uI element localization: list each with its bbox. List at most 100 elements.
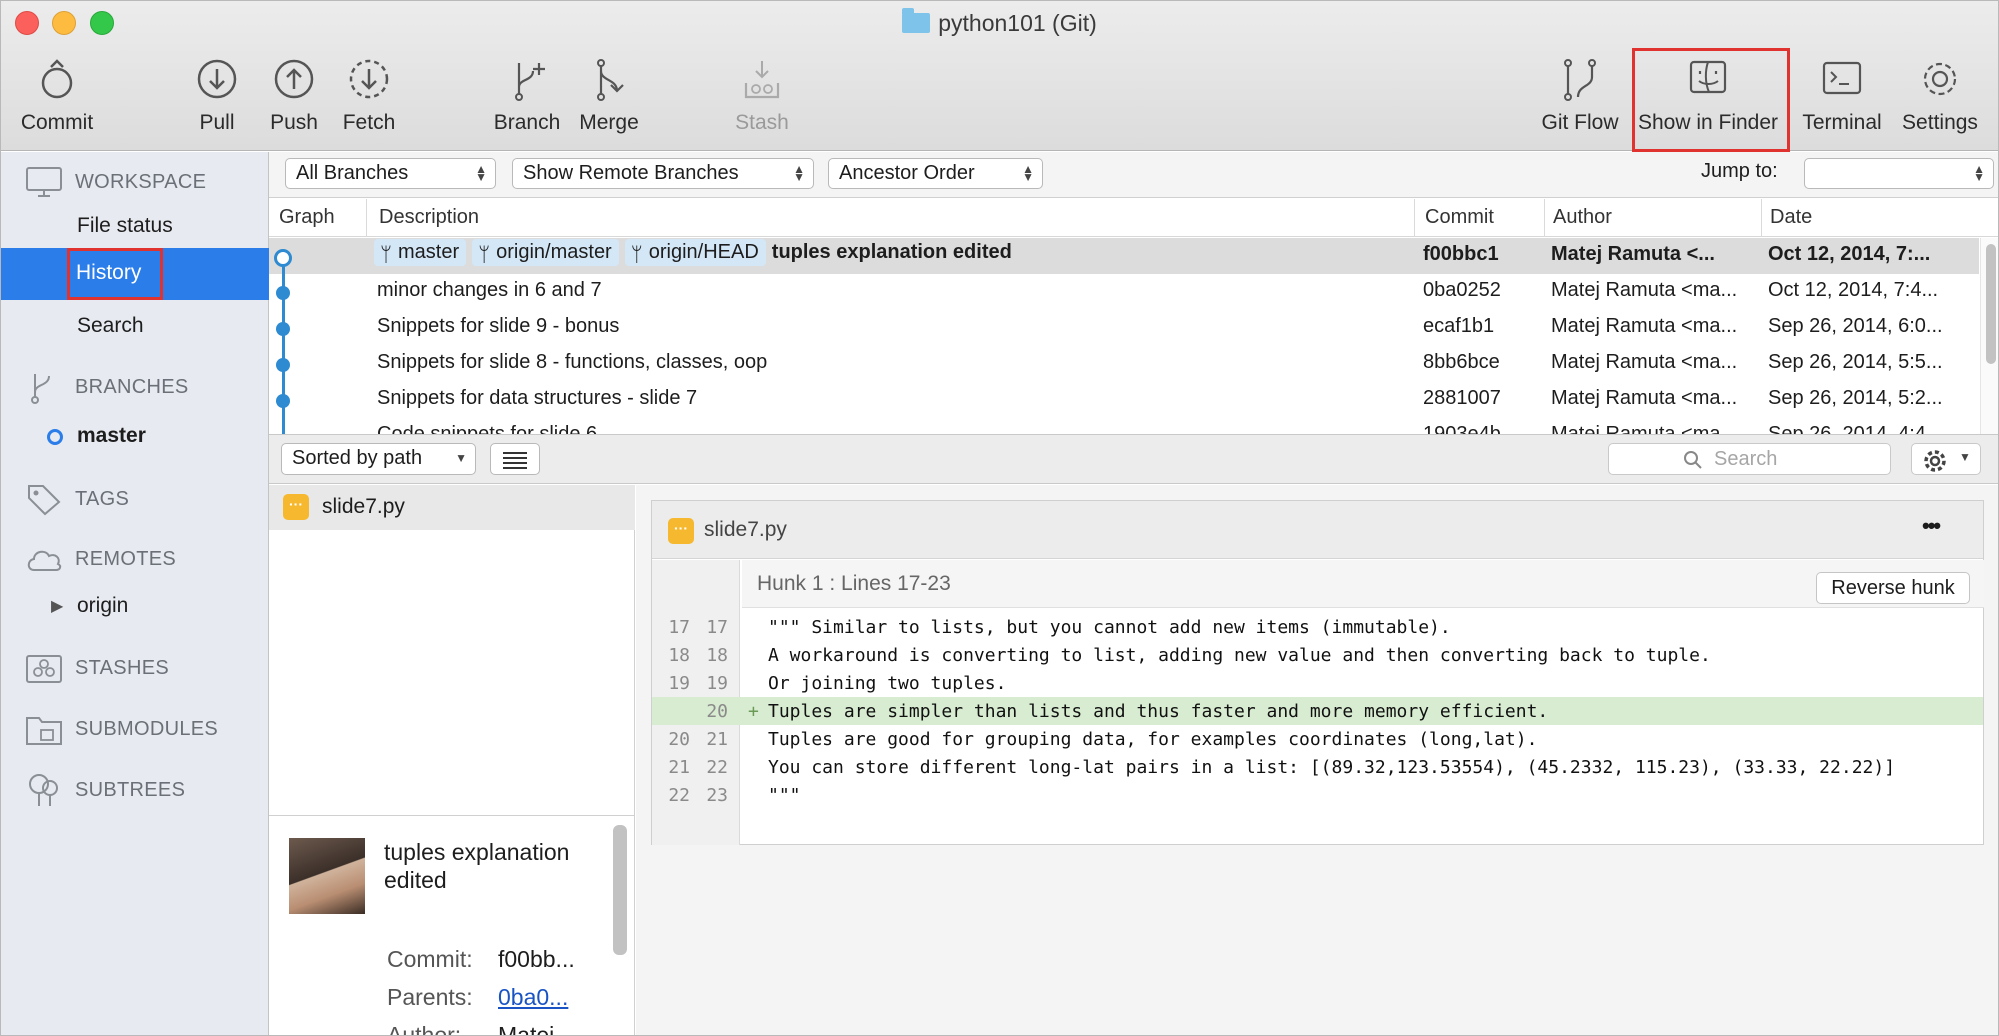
commit-description: Code snippets for slide 6 [377, 423, 598, 434]
gear-icon [1924, 450, 1946, 472]
commit-list-scrollbar[interactable] [1980, 238, 1998, 434]
commit-hash: 2881007 [1423, 387, 1501, 409]
commit-description: Snippets for slide 8 - functions, classe… [377, 351, 768, 373]
diff-line-added: 20 + Tuples are simpler than lists and thu… [652, 697, 1983, 725]
sidebar-section-subtrees[interactable]: SUBTREES [25, 772, 185, 808]
sidebar-item-search[interactable]: Search [77, 314, 144, 338]
diff-line: 20 21 Tuples are good for grouping data, f… [668, 729, 1538, 750]
commit-row[interactable]: ᛘ master ᛘ origin/master ᛘ origin/HEAD tuples … [269, 238, 1979, 274]
branches-filter-select[interactable]: All Branches ▲ ▼ [285, 158, 496, 189]
current-branch-icon [47, 429, 63, 445]
sidebar-section-tags[interactable]: TAGS [25, 482, 129, 516]
commit-description: minor changes in 6 and 7 [377, 279, 602, 301]
stash-icon [744, 61, 780, 99]
commit-title: tuples explanation edited [384, 839, 570, 893]
chevron-updown-icon: ▲ ▼ [793, 162, 805, 184]
settings-button[interactable]: Settings [1896, 57, 1984, 147]
commit-button[interactable]: Commit [17, 57, 97, 147]
window-title: python101 (Git) [1, 8, 1998, 37]
order-select[interactable]: Ancestor Order ▲ ▼ [828, 158, 1043, 189]
commit-row[interactable]: Code snippets for slide 6 1903e4b Matej … [269, 418, 1979, 434]
gear-icon [1923, 62, 1957, 96]
toolbar: python101 (Git) Commit Pull Push Fetch B… [1, 1, 1998, 152]
sidebar-section-submodules[interactable]: SUBMODULES [25, 712, 218, 746]
column-date[interactable]: Date [1770, 206, 1812, 229]
disclosure-triangle-icon[interactable]: ▶ [51, 596, 63, 616]
app-window: python101 (Git) Commit Pull Push Fetch B… [0, 0, 1999, 1036]
terminal-button[interactable]: Terminal [1798, 57, 1886, 147]
branch-tag: ᛘ origin/HEAD [624, 239, 766, 266]
sidebar-item-master[interactable]: master [47, 424, 146, 448]
commit-value: f00bb... [498, 946, 575, 972]
diff-options-button[interactable]: ▼ [1911, 443, 1981, 475]
fetch-button[interactable]: Fetch [337, 57, 401, 147]
terminal-icon [1822, 61, 1862, 95]
sidebar-section-workspace: WORKSPACE [25, 166, 206, 198]
file-name: slide7.py [322, 495, 405, 518]
git-flow-button[interactable]: Git Flow [1536, 57, 1624, 147]
fetch-icon [349, 59, 389, 99]
column-divider[interactable] [1414, 199, 1415, 237]
sidebar-section-branches[interactable]: BRANCHES [25, 370, 189, 404]
commit-author: Matej Ramuta <ma... [1551, 315, 1738, 337]
commit-date: Sep 26, 2014, 6:0... [1768, 315, 1943, 337]
sidebar-section-remotes[interactable]: REMOTES [25, 544, 176, 574]
author-label: Author: [387, 1022, 462, 1036]
remote-branches-select[interactable]: Show Remote Branches ▲ ▼ [512, 158, 814, 189]
stash-button[interactable]: Stash [729, 57, 795, 147]
column-divider[interactable] [1761, 199, 1762, 237]
branch-tag: ᛘ origin/master [472, 239, 619, 266]
push-button[interactable]: Push [263, 57, 325, 147]
chevron-down-icon: ▼ [1959, 450, 1971, 464]
diff-line: 19 19 Or joining two tuples. [668, 673, 1007, 694]
commit-date: Sep 26, 2014, 4:4... [1768, 423, 1943, 434]
column-author[interactable]: Author [1553, 206, 1612, 229]
commit-row[interactable]: Snippets for slide 8 - functions, classe… [269, 346, 1979, 382]
commit-row[interactable]: Snippets for slide 9 - bonus ecaf1b1 Mat… [269, 310, 1979, 346]
column-divider[interactable] [1544, 199, 1545, 237]
detail-scrollbar[interactable] [613, 825, 627, 955]
scrollbar-thumb[interactable] [1986, 244, 1996, 364]
chevron-updown-icon: ▲ ▼ [1973, 162, 1985, 184]
branch-icon: ᛘ [478, 244, 491, 266]
commit-hash: 8bb6bce [1423, 351, 1500, 373]
commit-description: Snippets for slide 9 - bonus [377, 315, 620, 337]
pull-button[interactable]: Pull [186, 57, 248, 147]
reverse-hunk-button[interactable]: Reverse hunk [1816, 572, 1970, 604]
modified-file-icon: ··· [283, 494, 309, 520]
branch-icon: ᛘ [630, 244, 643, 266]
list-view-button[interactable] [490, 443, 540, 475]
commit-author: Matej Ramuta <ma... [1551, 387, 1738, 409]
commit-date: Oct 12, 2014, 7:... [1768, 243, 1931, 265]
diff-card: ··· slide7.py ••• Hunk 1 : Lines 17-23 1… [651, 500, 1984, 845]
branch-tag: ᛘ master [374, 239, 467, 266]
ref-labels: ᛘ master ᛘ origin/master ᛘ origin/HEAD tuples … [374, 239, 1012, 266]
filter-bar: All Branches ▲ ▼ Show Remote Branches ▲ ▼ An… [269, 152, 1998, 198]
sidebar-item-file-status[interactable]: File status [77, 214, 173, 238]
commit-list: ᛘ master ᛘ origin/master ᛘ origin/HEAD tuples … [269, 238, 1979, 434]
author-value: Matej... [498, 1022, 574, 1036]
sort-select[interactable]: Sorted by path ▼ [281, 443, 476, 475]
merge-button[interactable]: Merge [576, 57, 642, 147]
commit-row[interactable]: minor changes in 6 and 7 0ba0252 Matej R… [269, 274, 1979, 310]
commit-row[interactable]: Snippets for data structures - slide 7 2… [269, 382, 1979, 418]
more-actions-button[interactable]: ••• [1922, 513, 1941, 539]
column-commit[interactable]: Commit [1425, 206, 1494, 229]
commit-author: Matej Ramuta <ma... [1551, 279, 1738, 301]
commit-graph-node [276, 322, 290, 336]
jump-to-select[interactable]: ▲ ▼ [1804, 158, 1994, 189]
search-input[interactable]: Search [1608, 443, 1891, 475]
sidebar-item-origin[interactable]: ▶ origin [51, 594, 128, 618]
commit-date: Sep 26, 2014, 5:5... [1768, 351, 1943, 373]
file-row[interactable]: ··· slide7.py [269, 485, 635, 530]
column-divider[interactable] [366, 199, 367, 237]
parent-commit-link[interactable]: 0ba0... [498, 984, 568, 1011]
commit-hash: ecaf1b1 [1423, 315, 1495, 337]
sidebar-section-stashes[interactable]: STASHES [25, 652, 169, 684]
tag-icon [28, 485, 61, 516]
branch-button[interactable]: Branch [491, 57, 563, 147]
column-graph[interactable]: Graph [279, 206, 335, 229]
submodule-icon [26, 717, 62, 745]
column-description[interactable]: Description [379, 206, 479, 229]
git-flow-icon [1564, 59, 1596, 101]
